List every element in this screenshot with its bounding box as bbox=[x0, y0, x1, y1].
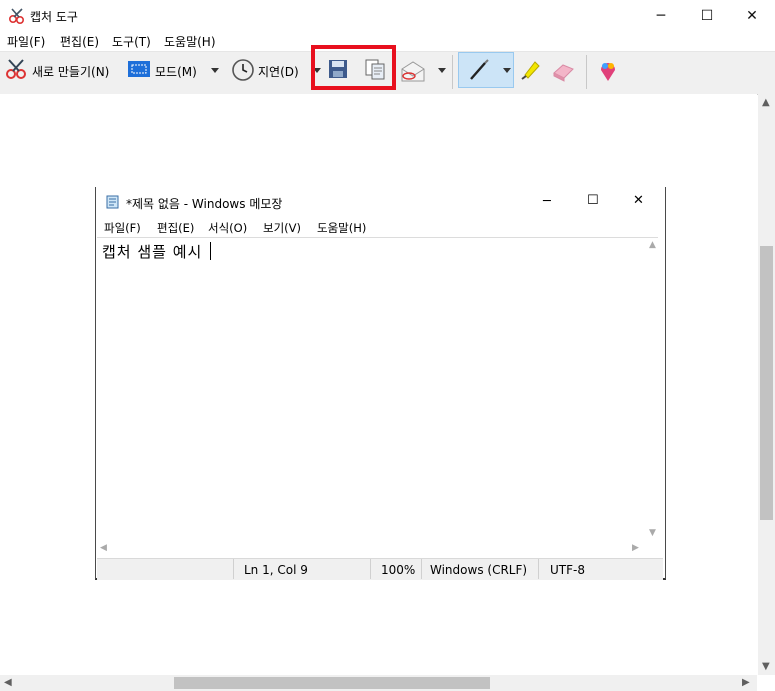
notepad-content: 캡처 샘플 예시 bbox=[102, 243, 203, 261]
notepad-scroll-down-icon: ▼ bbox=[649, 528, 656, 538]
status-separator bbox=[538, 559, 539, 579]
notepad-menu-format: 서식(O) bbox=[208, 221, 248, 235]
scissors-icon bbox=[6, 59, 26, 79]
pen-dropdown-icon[interactable] bbox=[503, 68, 511, 73]
scroll-left-icon[interactable]: ◀ bbox=[4, 677, 12, 688]
status-separator bbox=[370, 559, 371, 579]
email-icon[interactable] bbox=[400, 59, 426, 83]
notepad-menu-edit: 편집(E) bbox=[157, 221, 195, 235]
scroll-up-icon[interactable]: ▲ bbox=[762, 97, 770, 108]
notepad-maximize-icon: ☐ bbox=[587, 193, 599, 208]
status-separator bbox=[233, 559, 234, 579]
mode-icon bbox=[128, 61, 150, 77]
menu-tools[interactable]: 도구(T) bbox=[112, 33, 151, 50]
status-encoding: UTF-8 bbox=[550, 563, 585, 577]
status-position: Ln 1, Col 9 bbox=[244, 563, 308, 577]
status-zoom: 100% bbox=[381, 563, 416, 577]
status-separator bbox=[421, 559, 422, 579]
highlight-box bbox=[311, 45, 396, 90]
toolbar-separator bbox=[586, 55, 587, 89]
notepad-menu-help: 도움말(H) bbox=[317, 221, 367, 235]
notepad-vertical-scrollbar bbox=[647, 238, 661, 556]
menu-file[interactable]: 파일(F) bbox=[7, 33, 45, 50]
highlighter-icon[interactable] bbox=[519, 57, 543, 81]
mode-button[interactable]: 모드(M) bbox=[155, 63, 197, 80]
notepad-close-icon: ✕ bbox=[633, 193, 644, 208]
horizontal-scroll-thumb[interactable] bbox=[174, 677, 490, 689]
notepad-scroll-left-icon: ◀ bbox=[100, 543, 107, 553]
maximize-button[interactable]: ☐ bbox=[684, 0, 730, 31]
notepad-scroll-up-icon: ▲ bbox=[649, 240, 656, 250]
new-snip-button[interactable]: 새로 만들기(N) bbox=[32, 63, 109, 80]
clock-icon bbox=[232, 59, 254, 81]
eraser-icon[interactable] bbox=[551, 59, 575, 83]
notepad-menu-file: 파일(F) bbox=[104, 221, 141, 235]
mode-dropdown-icon[interactable] bbox=[211, 68, 219, 73]
notepad-scroll-right-icon: ▶ bbox=[632, 543, 639, 553]
status-line-ending: Windows (CRLF) bbox=[430, 563, 528, 577]
scroll-right-icon[interactable]: ▶ bbox=[742, 677, 750, 688]
notepad-text-area bbox=[97, 237, 658, 557]
menu-edit[interactable]: 편집(E) bbox=[60, 33, 99, 50]
toolbar-separator bbox=[452, 55, 453, 89]
close-button[interactable]: ✕ bbox=[729, 0, 775, 31]
vertical-scroll-thumb[interactable] bbox=[760, 246, 773, 520]
delay-button[interactable]: 지연(D) bbox=[258, 63, 299, 80]
notepad-title: *제목 없음 - Windows 메모장 bbox=[126, 197, 283, 211]
minimize-button[interactable]: ─ bbox=[638, 0, 684, 31]
paint3d-icon[interactable] bbox=[596, 58, 620, 82]
notepad-icon bbox=[106, 195, 119, 209]
notepad-minimize-icon: ─ bbox=[543, 194, 551, 209]
text-caret bbox=[210, 242, 211, 260]
window-title: 캡처 도구 bbox=[30, 10, 78, 24]
menu-help[interactable]: 도움말(H) bbox=[164, 33, 216, 50]
send-dropdown-icon[interactable] bbox=[438, 68, 446, 73]
snipping-tool-icon bbox=[8, 8, 25, 25]
pen-icon bbox=[470, 59, 489, 80]
notepad-menu-view: 보기(V) bbox=[263, 221, 301, 235]
scroll-down-icon[interactable]: ▼ bbox=[762, 661, 770, 672]
